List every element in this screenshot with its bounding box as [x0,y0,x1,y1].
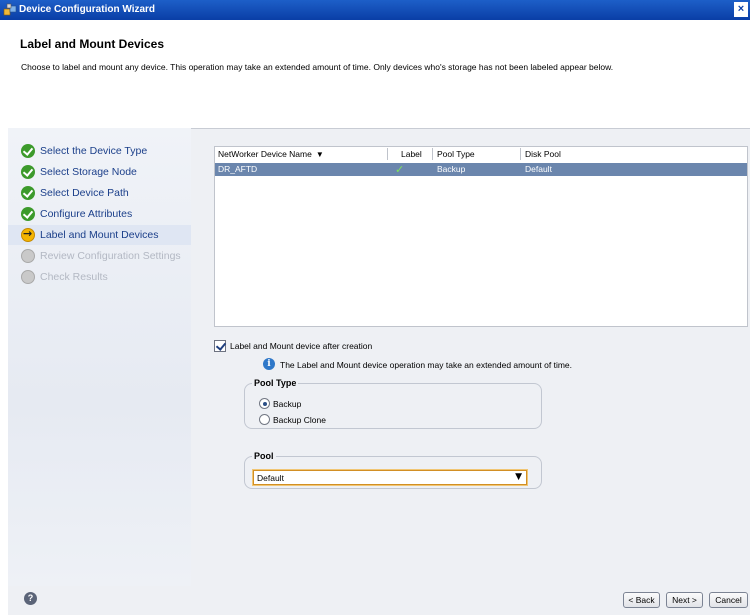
column-header-label[interactable]: Label [401,149,422,159]
wizard-steps: Select the Device Type Select Storage No… [8,128,191,586]
step-select-device-type[interactable]: Select the Device Type [8,141,191,161]
current-arrow-icon [21,227,35,242]
window-title: Device Configuration Wizard [19,4,156,15]
pool-title: Pool [252,451,276,461]
step-select-device-path[interactable]: Select Device Path [8,183,191,203]
chevron-down-icon: ▼ [515,472,522,482]
step-label: Select Storage Node [40,166,137,178]
label-mount-checkbox-label[interactable]: Label and Mount device after creation [230,341,372,351]
step-label-and-mount-devices[interactable]: Label and Mount Devices [8,225,191,245]
column-header-pool-type[interactable]: Pool Type [437,149,475,159]
pool-type-backup-label[interactable]: Backup [273,399,301,409]
close-icon[interactable]: × [734,2,748,17]
step-configure-attributes[interactable]: Configure Attributes [8,204,191,224]
completed-check-icon [21,144,35,158]
completed-check-icon [21,207,35,221]
check-icon: ✓ [395,163,405,176]
pending-circle-icon [21,270,35,284]
step-label: Configure Attributes [40,208,133,220]
step-label: Check Results [40,271,108,283]
info-icon: i [263,358,275,370]
step-select-storage-node[interactable]: Select Storage Node [8,162,191,182]
cell-device-name: DR_AFTD [218,164,258,174]
column-header-device-name[interactable]: NetWorker Device Name ▼ [218,149,324,159]
page-header: Label and Mount Devices Choose to label … [8,20,750,128]
cancel-button[interactable]: Cancel [709,592,748,608]
device-table: NetWorker Device Name ▼ Label Pool Type D… [214,146,748,327]
step-label: Select Device Path [40,187,129,199]
step-review-configuration: Review Configuration Settings [8,246,191,266]
completed-check-icon [21,165,35,179]
pool-selected-value: Default [257,473,284,483]
pool-type-group: Pool Type Backup Backup Clone [244,378,542,429]
column-header-disk-pool[interactable]: Disk Pool [525,149,561,159]
help-icon[interactable]: ? [24,592,37,605]
page-title: Label and Mount Devices [20,37,165,51]
cell-pool-type: Backup [437,164,466,174]
page-description: Choose to label and mount any device. Th… [21,62,614,72]
pool-type-title: Pool Type [252,378,299,388]
pool-group: Pool Default ▼ [244,451,542,489]
sort-descending-icon: ▼ [315,150,324,159]
back-button[interactable]: < Back [623,592,660,608]
step-label: Label and Mount Devices [40,229,159,241]
next-button[interactable]: Next > [666,592,703,608]
completed-check-icon [21,186,35,200]
pool-type-backup-clone-label[interactable]: Backup Clone [273,415,326,425]
label-mount-checkbox[interactable] [214,340,226,352]
pending-circle-icon [21,249,35,263]
app-icon [3,3,17,16]
step-check-results: Check Results [8,267,191,287]
pool-select[interactable]: Default ▼ [253,470,527,485]
pool-type-backup-clone-radio[interactable] [259,414,270,425]
cell-disk-pool: Default [525,164,552,174]
step-label: Review Configuration Settings [40,250,181,262]
table-header: NetWorker Device Name ▼ Label Pool Type D… [215,147,747,161]
info-message: The Label and Mount device operation may… [280,360,573,370]
step-label: Select the Device Type [40,145,148,157]
pool-type-backup-radio[interactable] [259,398,270,409]
table-row[interactable]: DR_AFTD ✓ Backup Default [215,163,747,176]
title-bar: Device Configuration Wizard × [0,0,750,20]
